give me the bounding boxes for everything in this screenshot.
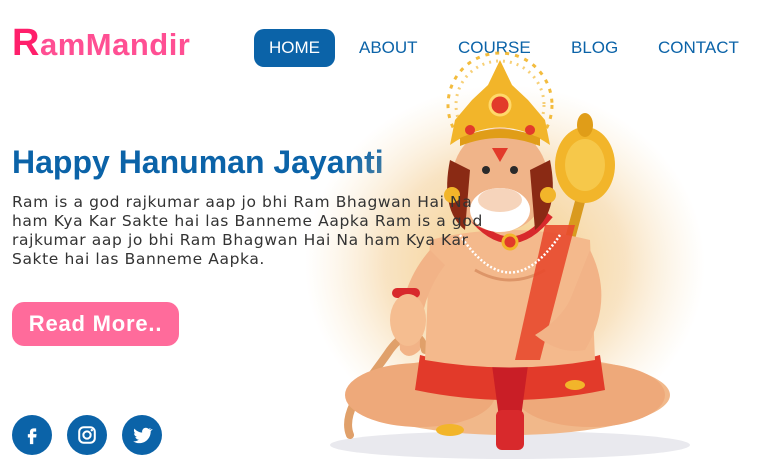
facebook-icon [27,428,37,445]
twitter-link[interactable] [122,415,162,455]
logo-text: amMandir [39,27,191,62]
read-more-button[interactable]: Read More.. [12,302,179,346]
hero-description: Ram is a god rajkumar aap jo bhi Ram Bha… [12,193,483,268]
logo-first-letter: R [12,22,40,64]
instagram-icon [78,426,96,444]
facebook-link[interactable] [12,415,52,455]
instagram-link[interactable] [67,415,107,455]
brand-logo[interactable]: RamMandir [12,22,190,65]
twitter-icon [133,427,153,444]
